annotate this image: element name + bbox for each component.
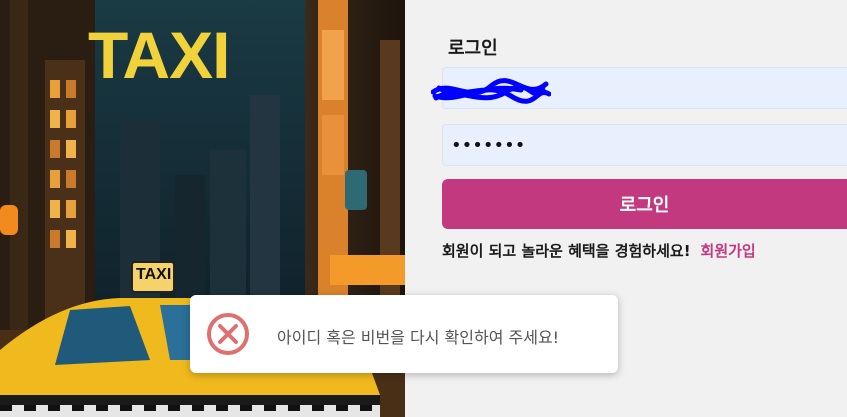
password-field[interactable]	[442, 124, 847, 166]
id-field[interactable]	[431, 67, 847, 109]
taxi-roof-sign: TAXI	[136, 266, 172, 283]
login-title: 로그인	[448, 38, 498, 59]
signup-row: 회원이 되고 놀라운 혜택을 경험하세요! 회원가입	[442, 240, 756, 261]
taxi-neon-sign: TAXI	[88, 18, 230, 92]
login-button[interactable]: 로그인	[442, 179, 847, 229]
error-toast: 아이디 혹은 비번을 다시 확인하여 주세요!	[190, 295, 618, 373]
error-message: 아이디 혹은 비번을 다시 확인하여 주세요!	[277, 328, 560, 347]
signup-prompt: 회원이 되고 놀라운 혜택을 경험하세요!	[442, 242, 691, 260]
password-input[interactable]	[443, 125, 847, 165]
error-x-circle-icon	[207, 313, 249, 355]
signup-link[interactable]: 회원가입	[701, 242, 756, 260]
id-input[interactable]	[443, 68, 847, 108]
